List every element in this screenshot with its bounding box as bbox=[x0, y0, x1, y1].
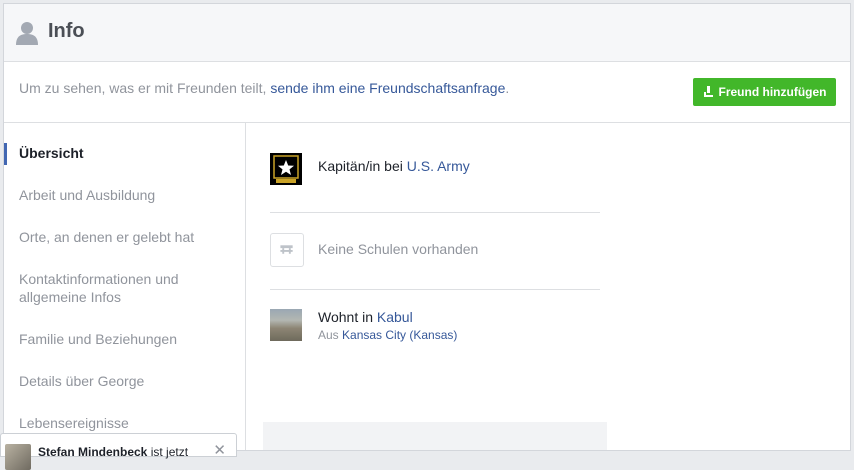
work-text: Kapitän/in bei U.S. Army bbox=[318, 158, 470, 174]
friend-request-notice: Um zu sehen, was er mit Freunden teilt, … bbox=[4, 62, 850, 123]
info-header: Info bbox=[4, 4, 850, 62]
current-city-row: Wohnt in Kabul Aus Kansas City (Kansas) bbox=[270, 309, 600, 343]
sidebar-item-family[interactable]: Familie und Beziehungen bbox=[19, 330, 219, 348]
add-friend-button[interactable]: Freund hinzufügen bbox=[693, 78, 836, 106]
divider bbox=[270, 289, 600, 290]
work-entry: Kapitän/in bei U.S. Army bbox=[270, 153, 600, 185]
info-card: Info Um zu sehen, was er mit Freunden te… bbox=[3, 3, 851, 451]
divider bbox=[270, 212, 600, 213]
current-city-entry bbox=[263, 422, 607, 450]
lives-in-text: Wohnt in Kabul bbox=[318, 309, 413, 325]
kansas-city-link[interactable]: Kansas City (Kansas) bbox=[342, 328, 457, 342]
chat-notification-text: Stefan Mindenbeck ist jetzt bbox=[38, 445, 189, 459]
add-friend-label: Freund hinzufügen bbox=[718, 85, 827, 99]
send-friend-request-link[interactable]: sende ihm eine Freundschaftsanfrage bbox=[270, 80, 505, 96]
close-icon[interactable]: ✕ bbox=[213, 441, 226, 459]
kabul-photo bbox=[270, 309, 302, 341]
person-icon bbox=[16, 22, 38, 45]
overview-content: Kapitän/in bei U.S. Army Keine Schulen v… bbox=[247, 123, 850, 450]
sidebar-item-details[interactable]: Details über George bbox=[19, 372, 219, 390]
notice-text: Um zu sehen, was er mit Freunden teilt, … bbox=[19, 80, 510, 96]
avatar bbox=[5, 444, 31, 470]
sidebar-item-overview[interactable]: Übersicht bbox=[19, 144, 219, 162]
active-indicator bbox=[4, 143, 7, 165]
school-entry: Keine Schulen vorhanden bbox=[270, 233, 600, 267]
sidebar-item-places-lived[interactable]: Orte, an denen er gelebt hat bbox=[19, 228, 219, 246]
sidebar-item-life-events[interactable]: Lebensereignisse bbox=[19, 414, 219, 432]
school-icon bbox=[270, 233, 304, 267]
hometown-text: Aus Kansas City (Kansas) bbox=[318, 328, 458, 342]
us-army-link[interactable]: U.S. Army bbox=[407, 158, 470, 174]
about-sidebar: Übersicht Arbeit und Ausbildung Orte, an… bbox=[4, 123, 246, 450]
kabul-link[interactable]: Kabul bbox=[377, 309, 413, 325]
sidebar-item-work-education[interactable]: Arbeit und Ausbildung bbox=[19, 186, 219, 204]
sidebar-item-contact-info[interactable]: Kontaktinformationen und allgemeine Info… bbox=[19, 270, 219, 306]
add-friend-icon bbox=[703, 86, 713, 97]
us-army-logo bbox=[270, 153, 302, 185]
page-title: Info bbox=[48, 20, 85, 42]
chat-notification[interactable]: Stefan Mindenbeck ist jetzt ✕ bbox=[0, 433, 237, 470]
no-schools-text: Keine Schulen vorhanden bbox=[318, 241, 479, 257]
